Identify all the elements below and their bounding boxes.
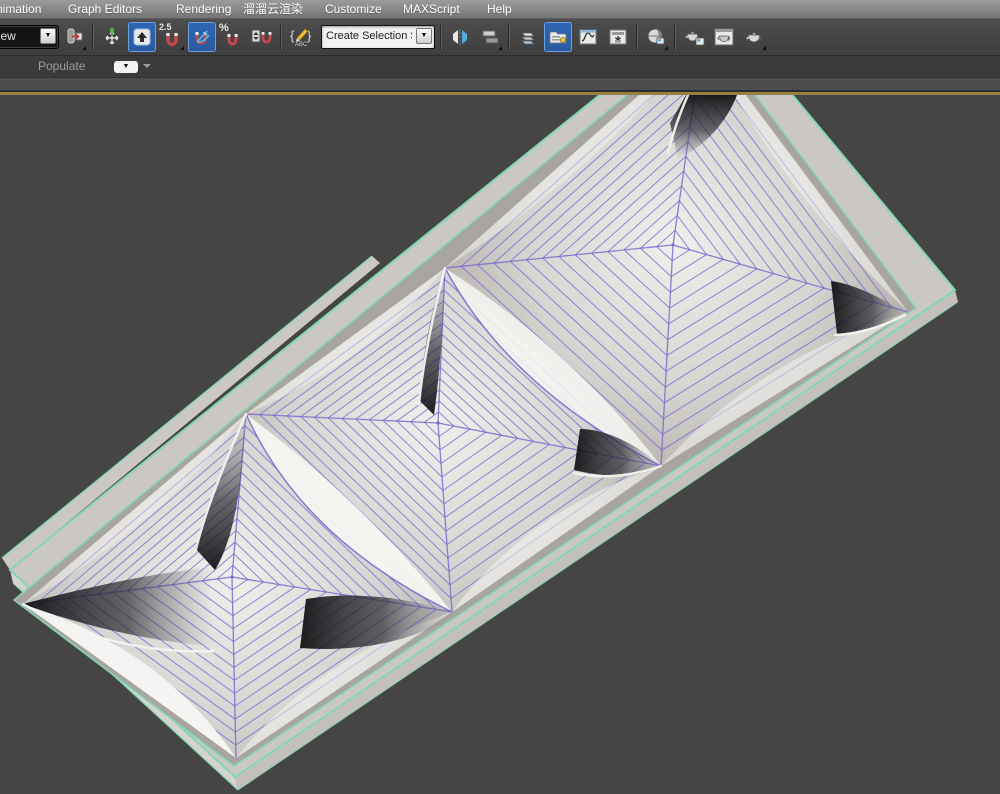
percent-label: % xyxy=(219,22,229,34)
angle-snap-icon xyxy=(192,27,212,47)
material-editor-button[interactable] xyxy=(642,22,670,52)
scene-explorer-toggle[interactable] xyxy=(544,22,572,52)
menu-animation[interactable]: Animation xyxy=(0,0,47,18)
spinner-snap-toggle[interactable] xyxy=(248,22,276,52)
toolbar-separator xyxy=(508,24,510,50)
chevron-down-icon[interactable]: ▼ xyxy=(416,28,432,44)
render-production-button[interactable] xyxy=(740,22,768,52)
edit-named-selection-sets-icon: { } ABC xyxy=(289,26,315,48)
snap-magnet-icon xyxy=(162,30,182,50)
toolbar-separator xyxy=(440,24,442,50)
menu-bar: Animation Graph Editors Rendering 溜溜云渲染 … xyxy=(0,0,1000,18)
pivot-point-center-icon xyxy=(64,27,84,47)
material-editor-icon xyxy=(646,27,666,47)
chevron-down-icon[interactable]: ▼ xyxy=(40,28,56,44)
flyout-corner-icon xyxy=(664,46,668,50)
3dsmax-window: { "menu_bar": { "items": ["Animation", "… xyxy=(0,0,1000,794)
rendered-frame-window-button[interactable] xyxy=(710,22,738,52)
scene-explorer-icon xyxy=(548,27,568,47)
layer-manager-button[interactable] xyxy=(514,22,542,52)
menu-graph-editors[interactable]: Graph Editors xyxy=(62,0,148,18)
schematic-view-icon xyxy=(608,27,628,47)
coordinate-dropdown-value: View xyxy=(0,29,16,43)
selection-set-value: Create Selection Set xyxy=(326,30,412,42)
keyboard-shortcut-override-toggle[interactable] xyxy=(128,22,156,52)
schematic-view-button[interactable] xyxy=(604,22,632,52)
up-arrow-icon xyxy=(132,27,152,47)
flyout-corner-icon xyxy=(82,46,86,50)
use-pivot-point-center-button[interactable] xyxy=(60,22,88,52)
angle-snap-toggle[interactable] xyxy=(188,22,216,52)
menu-cloud-render-plugin[interactable]: 溜溜云渲染 xyxy=(237,0,309,18)
svg-text:}: } xyxy=(307,28,312,43)
toolbar-separator xyxy=(674,24,676,50)
toolbar-separator xyxy=(92,24,94,50)
snap-mode-label: 2.5 xyxy=(159,22,172,32)
curve-editor-icon xyxy=(578,27,598,47)
svg-text:{: { xyxy=(290,28,295,43)
curve-editor-button[interactable] xyxy=(574,22,602,52)
render-production-icon xyxy=(743,27,765,47)
align-button[interactable] xyxy=(476,22,504,52)
flyout-corner-icon xyxy=(498,46,502,50)
svg-text:ABC: ABC xyxy=(295,42,308,48)
toolbar-separator xyxy=(636,24,638,50)
menu-maxscript[interactable]: MAXScript xyxy=(397,0,466,18)
reference-coordinate-dropdown[interactable]: View ▼ xyxy=(0,25,59,49)
ribbon-bar: Populate ▼ xyxy=(0,56,1000,78)
select-and-manipulate-button[interactable] xyxy=(98,22,126,52)
ribbon-lower-strip xyxy=(0,78,1000,90)
align-icon xyxy=(480,27,500,47)
menu-rendering[interactable]: Rendering xyxy=(170,0,237,18)
render-setup-button[interactable] xyxy=(680,22,708,52)
ribbon-tab-populate[interactable]: Populate xyxy=(38,59,85,73)
select-and-manipulate-icon xyxy=(102,27,122,47)
toolbar-separator xyxy=(280,24,282,50)
spinner-snap-icon xyxy=(251,27,273,47)
main-toolbar: View ▼ 2.5 xyxy=(0,18,1000,56)
perspective-viewport[interactable] xyxy=(0,95,1000,794)
percent-snap-toggle[interactable]: % xyxy=(218,22,246,52)
render-setup-icon xyxy=(683,27,705,47)
mirror-icon xyxy=(450,27,470,47)
mirror-button[interactable] xyxy=(446,22,474,52)
edit-named-selection-sets-button[interactable]: { } ABC xyxy=(286,22,318,52)
menu-customize[interactable]: Customize xyxy=(319,0,388,18)
chevron-down-icon[interactable] xyxy=(143,64,151,68)
rendered-frame-window-icon xyxy=(713,27,735,47)
flyout-corner-icon xyxy=(180,46,184,50)
named-selection-set-dropdown[interactable]: Create Selection Set ▼ xyxy=(321,25,435,49)
layer-manager-icon xyxy=(518,27,538,47)
flyout-corner-icon xyxy=(762,46,766,50)
menu-help[interactable]: Help xyxy=(481,0,518,18)
vault-model-render xyxy=(0,95,1000,794)
snaps-toggle-button[interactable]: 2.5 xyxy=(158,22,186,52)
ribbon-minimize-toggle[interactable]: ▼ xyxy=(114,61,138,73)
